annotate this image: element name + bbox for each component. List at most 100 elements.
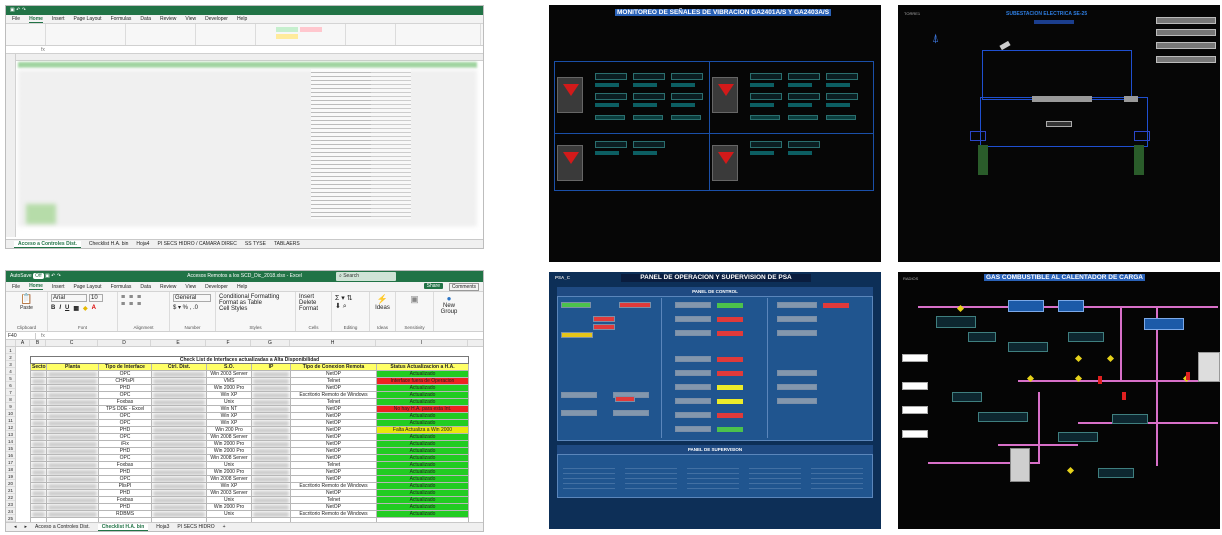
header-cell[interactable]: S.O.	[206, 363, 252, 371]
valve-button[interactable]	[675, 370, 711, 376]
sector-cell[interactable]	[30, 503, 47, 511]
sheet-tab[interactable]: Hoja4	[136, 241, 149, 247]
valve-button[interactable]	[675, 356, 711, 362]
ribbon-group[interactable]	[126, 24, 196, 45]
row-header[interactable]: 2	[6, 354, 15, 361]
sector-cell[interactable]	[30, 377, 47, 385]
os-cell[interactable]: Win 2008 Server	[206, 433, 252, 441]
vibration-readout[interactable]	[788, 93, 820, 100]
os-cell[interactable]: Win 2003 Server	[206, 489, 252, 497]
status-cell[interactable]: No hay H.A. para esta Int.	[376, 405, 469, 413]
autosave-toggle[interactable]: AutoSave Off ▣ ↶ ↷	[10, 271, 61, 282]
vibration-readout[interactable]	[671, 73, 703, 80]
status-cell[interactable]: Actualizado	[376, 419, 469, 427]
tab-data[interactable]: Data	[140, 16, 151, 22]
col-header[interactable]: G	[251, 340, 290, 346]
os-cell[interactable]: Win 2000 Pro	[206, 447, 252, 455]
valve-button[interactable]	[675, 412, 711, 418]
connection-cell[interactable]: Telnet	[290, 377, 377, 385]
sheet-tab[interactable]: Acceso a Controles Dist.	[14, 240, 81, 248]
header-cell[interactable]: Sector	[30, 363, 47, 371]
tab-insert[interactable]: Insert	[52, 16, 65, 22]
ip-cell[interactable]	[251, 391, 291, 399]
row-header[interactable]: 10	[6, 410, 15, 417]
valve-button[interactable]	[675, 426, 711, 432]
sheet-tab[interactable]: PI SECS HIDRO / CAMARA DIREC	[157, 241, 236, 247]
sheet-tab[interactable]: Hoja3	[156, 524, 169, 530]
bold-button[interactable]: B	[51, 305, 55, 312]
instrument-block[interactable]	[978, 412, 1028, 422]
row-header[interactable]: 14	[6, 438, 15, 445]
col-header[interactable]: H	[290, 340, 376, 346]
col-header[interactable]: E	[151, 340, 206, 346]
valve-button[interactable]	[675, 384, 711, 390]
interface-cell[interactable]: OPC	[98, 412, 152, 420]
side-button[interactable]	[1156, 17, 1216, 24]
ip-cell[interactable]	[251, 398, 291, 406]
row-header[interactable]: 18	[6, 466, 15, 473]
row-header[interactable]: 6	[6, 382, 15, 389]
sector-cell[interactable]	[30, 461, 47, 469]
tab-help[interactable]: Help	[237, 16, 247, 22]
header-cell[interactable]: IP	[251, 363, 291, 371]
header-cell[interactable]: Ctrl. Dist.	[151, 363, 207, 371]
status-cell[interactable]: Actualizado	[376, 440, 469, 448]
planta-cell[interactable]	[46, 433, 99, 441]
planta-cell[interactable]	[46, 419, 99, 427]
instrument-block[interactable]	[1144, 318, 1184, 330]
col-header[interactable]: C	[46, 340, 98, 346]
planta-cell[interactable]	[46, 377, 99, 385]
status-cell[interactable]: Actualizado	[376, 510, 469, 518]
sector-cell[interactable]	[30, 398, 47, 406]
sector-cell[interactable]	[30, 440, 47, 448]
connection-cell[interactable]: Escritorio Remoto de Windows	[290, 482, 377, 490]
instrument-block[interactable]	[936, 316, 976, 328]
status-cell[interactable]: Actualizado	[376, 482, 469, 490]
planta-cell[interactable]	[46, 391, 99, 399]
interface-cell[interactable]: PHD	[98, 489, 152, 497]
ctrl-dist-cell[interactable]	[151, 419, 207, 427]
ctrl-dist-cell[interactable]	[151, 461, 207, 469]
sector-cell[interactable]	[30, 482, 47, 490]
os-cell[interactable]: Win 2000 Pro	[206, 503, 252, 511]
connection-cell[interactable]: NetOP	[290, 370, 377, 378]
interface-cell[interactable]: CHPIsPI	[98, 377, 152, 385]
tab-developer[interactable]: Developer	[205, 284, 228, 290]
tab-file[interactable]: File	[12, 16, 20, 22]
tab-help[interactable]: Help	[237, 284, 247, 290]
tab-view[interactable]: View	[185, 284, 196, 290]
underline-button[interactable]: U	[65, 305, 69, 312]
col-header[interactable]: F	[206, 340, 251, 346]
status-cell[interactable]: Actualizado	[376, 461, 469, 469]
editing-icons[interactable]: Σ ▾ ⇅ ⬇ ⌕	[335, 294, 366, 311]
valve-button[interactable]	[777, 370, 817, 376]
label-box[interactable]	[902, 406, 928, 414]
comments-button[interactable]: Comments	[448, 283, 479, 291]
tab-home[interactable]: Home	[29, 283, 43, 290]
ctrl-dist-cell[interactable]	[151, 426, 207, 434]
sector-cell[interactable]	[30, 391, 47, 399]
connection-cell[interactable]: NetOP	[290, 440, 377, 448]
italic-button[interactable]: I	[59, 305, 61, 312]
planta-cell[interactable]	[46, 510, 99, 518]
sector-cell[interactable]	[30, 454, 47, 462]
sector-cell[interactable]	[30, 405, 47, 413]
planta-cell[interactable]	[46, 447, 99, 455]
ctrl-dist-cell[interactable]	[151, 510, 207, 518]
vibration-readout[interactable]	[633, 141, 665, 148]
tab-review[interactable]: Review	[160, 16, 176, 22]
command-button[interactable]	[561, 392, 597, 398]
planta-cell[interactable]	[46, 440, 99, 448]
ip-cell[interactable]	[251, 405, 291, 413]
ctrl-dist-cell[interactable]	[151, 412, 207, 420]
os-cell[interactable]: Win 200 Pro	[206, 426, 252, 434]
status-cell[interactable]: Actualizado	[376, 475, 469, 483]
command-button[interactable]	[613, 410, 649, 416]
ribbon-group[interactable]	[396, 24, 481, 45]
os-cell[interactable]: Win 2008 Server	[206, 454, 252, 462]
instrument-block[interactable]	[952, 392, 982, 402]
connection-cell[interactable]: NetOP	[290, 412, 377, 420]
valve-button[interactable]	[777, 302, 817, 308]
valve-button[interactable]	[777, 316, 817, 322]
status-cell[interactable]: Actualizado	[376, 468, 469, 476]
